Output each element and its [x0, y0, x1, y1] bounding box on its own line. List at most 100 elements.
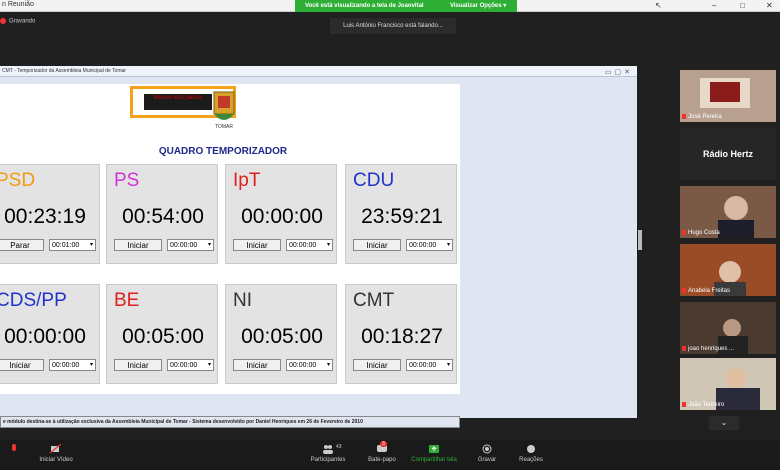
timer-board: Moove este janela TOMAR QUADRO TEMPORIZA… [0, 84, 460, 428]
dropdown-arrow-icon: ▾ [446, 362, 450, 368]
participant-tile-4[interactable]: joao henriques ... [680, 302, 776, 354]
dropdown-arrow-icon: ▾ [326, 362, 330, 368]
record-dot-icon [0, 18, 6, 24]
timer-toggle-button[interactable]: Iniciar [114, 359, 162, 371]
chat-button[interactable]: 3 Bate-papo [362, 441, 402, 463]
scroll-down-button[interactable]: ⌄ [709, 416, 739, 430]
svg-text:TOMAR: TOMAR [215, 124, 233, 130]
dropdown-arrow-icon: ▾ [207, 242, 211, 248]
party-card-ps: PS 00:54:00 Iniciar 00:00:00 ▾ [106, 164, 218, 264]
party-timer: 00:54:00 [122, 205, 204, 228]
record-button[interactable]: Gravar [472, 444, 502, 463]
share-banner: Você está visualizando a tela de Joaovit… [295, 0, 517, 12]
timer-toggle-button[interactable]: Iniciar [353, 239, 401, 251]
mic-muted-icon [682, 113, 686, 119]
mic-muted-icon [682, 345, 686, 351]
timer-toggle-button[interactable]: Parar [0, 239, 44, 251]
timer-toggle-button[interactable]: Iniciar [114, 239, 162, 251]
app-title: n Reunião [2, 1, 34, 8]
party-timer: 23:59:21 [361, 205, 443, 228]
chevron-down-icon: ⌄ [720, 418, 728, 427]
party-card-cdspp: CDS/PP 00:00:00 Iniciar 00:00:00 ▾ [0, 284, 100, 384]
participant-tile-0[interactable]: José Pereira [680, 70, 776, 122]
shared-window-buttons: ▭▢✕ [604, 69, 633, 76]
party-card-psd: PSD 00:23:19 Parar 00:01:00 ▾ [0, 164, 100, 264]
party-card-cmt: CMT 00:18:27 Iniciar 00:00:00 ▾ [345, 284, 457, 384]
record-icon [482, 444, 492, 454]
mic-muted-icon [682, 287, 686, 293]
party-name: PSD [0, 170, 36, 191]
video-camera-off-icon [50, 444, 62, 454]
party-timer: 00:18:27 [361, 325, 443, 348]
time-select[interactable]: 00:00:00 ▾ [286, 239, 333, 251]
logo-banner: Moove este janela [144, 94, 212, 110]
dropdown-arrow-icon: ▾ [89, 242, 93, 248]
shared-screen: CMT - Temporizador da Assembleia Municip… [0, 66, 637, 428]
close-icon[interactable]: ✕ [766, 0, 773, 12]
shared-window-title: CMT - Temporizador da Assembleia Municip… [0, 66, 637, 77]
start-video-button[interactable]: Iniciar Vídeo [34, 444, 78, 463]
active-speaker-label: Luis António Francisco está falando... [330, 18, 456, 34]
party-timer: 00:00:00 [241, 205, 323, 228]
minimize-icon[interactable]: – [712, 0, 716, 12]
party-timer: 00:23:19 [4, 205, 86, 228]
crest-icon: TOMAR [213, 91, 235, 130]
participants-button[interactable]: Participantes 43 [306, 444, 350, 463]
time-select[interactable]: 00:01:00 ▾ [49, 239, 96, 251]
party-timer: 00:05:00 [241, 325, 323, 348]
party-card-ipt: IpT 00:00:00 Iniciar 00:00:00 ▾ [225, 164, 337, 264]
dropdown-arrow-icon: ▾ [446, 242, 450, 248]
chat-badge: 3 [380, 441, 387, 447]
microphone-icon [12, 444, 16, 451]
footer-note: e módulo destina-se à utilização exclusi… [0, 416, 460, 428]
share-message: Você está visualizando a tela de Joaovit… [305, 3, 424, 9]
mute-button[interactable] [4, 444, 24, 457]
time-select[interactable]: 00:00:00 ▾ [286, 359, 333, 371]
time-select[interactable]: 00:00:00 ▾ [167, 239, 214, 251]
share-screen-icon [429, 445, 439, 453]
party-timer: 00:05:00 [122, 325, 204, 348]
party-name: NI [233, 290, 252, 311]
timer-toggle-button[interactable]: Iniciar [0, 359, 44, 371]
timer-toggle-button[interactable]: Iniciar [233, 239, 281, 251]
dropdown-arrow-icon: ▾ [207, 362, 211, 368]
cursor-icon: ↖ [655, 1, 662, 10]
people-icon [323, 445, 333, 454]
maximize-icon[interactable]: □ [740, 0, 745, 12]
reactions-button[interactable]: Reações [514, 444, 548, 463]
participant-tile-2[interactable]: Hugo Costa [680, 186, 776, 238]
party-card-be: BE 00:05:00 Iniciar 00:00:00 ▾ [106, 284, 218, 384]
party-name: PS [114, 170, 140, 191]
party-name: CDU [353, 170, 395, 191]
dropdown-arrow-icon: ▾ [89, 362, 93, 368]
mic-muted-icon [682, 401, 686, 407]
window-titlebar: n Reunião Você está visualizando a tela … [0, 0, 780, 12]
recording-indicator: Gravando [0, 18, 35, 25]
time-select[interactable]: 00:00:00 ▾ [406, 239, 453, 251]
party-card-ni: NI 00:05:00 Iniciar 00:00:00 ▾ [225, 284, 337, 384]
timer-toggle-button[interactable]: Iniciar [353, 359, 401, 371]
party-name: CDS/PP [0, 290, 67, 311]
zoom-meeting-window: n Reunião Você está visualizando a tela … [0, 0, 780, 470]
dropdown-arrow-icon: ▾ [326, 242, 330, 248]
scroll-handle[interactable] [638, 230, 642, 250]
participants-panel: José Pereira Rádio Hertz Hugo Costa Anab… [676, 66, 780, 446]
party-timer: 00:00:00 [4, 325, 86, 348]
participants-count: 43 [336, 444, 342, 450]
party-name: BE [114, 290, 140, 311]
participant-tile-1[interactable]: Rádio Hertz [680, 128, 776, 180]
time-select[interactable]: 00:00:00 ▾ [406, 359, 453, 371]
time-select[interactable]: 00:00:00 ▾ [167, 359, 214, 371]
share-screen-button[interactable]: Compartilhar tela [406, 444, 462, 463]
party-name: CMT [353, 290, 395, 311]
party-name: IpT [233, 170, 261, 191]
participant-tile-3[interactable]: Anabela Freitas [680, 244, 776, 296]
party-card-cdu: CDU 23:59:21 Iniciar 00:00:00 ▾ [345, 164, 457, 264]
time-select[interactable]: 00:00:00 ▾ [49, 359, 96, 371]
view-options-button[interactable]: Visualizar Opções ▾ [450, 0, 506, 12]
smiley-icon [527, 445, 535, 453]
mic-muted-icon [682, 229, 686, 235]
timer-toggle-button[interactable]: Iniciar [233, 359, 281, 371]
participant-tile-5[interactable]: João Tenreiro [680, 358, 776, 410]
meeting-toolbar: Iniciar Vídeo Participantes 43 3 Bate-pa… [0, 440, 780, 470]
